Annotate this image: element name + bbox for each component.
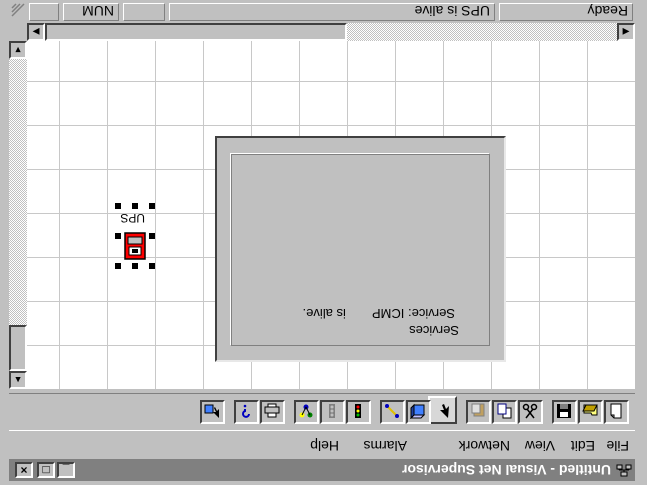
menu-network[interactable]: Network [459, 438, 510, 454]
copy-icon [497, 403, 512, 419]
minimize-button[interactable]: _ [57, 462, 75, 478]
device-tool-button[interactable] [406, 400, 431, 424]
status-pane-ready: Ready [499, 3, 633, 21]
status-ready-text: Ready [587, 3, 628, 19]
services-panel[interactable]: Services Service: ICMP is alive. [215, 136, 506, 362]
cut-button[interactable] [518, 400, 543, 424]
window-title: Untitled - Visual Net Supervisor [401, 462, 611, 478]
link-tool-icon [385, 404, 399, 418]
resize-grip[interactable] [11, 3, 27, 19]
traffic-light-icon [355, 404, 361, 418]
scrollbar-corner [9, 23, 27, 41]
selection-handle[interactable] [115, 263, 121, 269]
maximize-icon: □ [42, 463, 50, 477]
context-help-button[interactable] [200, 400, 225, 424]
selection-handle[interactable] [149, 203, 155, 209]
vertical-scroll-thumb[interactable] [9, 325, 27, 371]
menu-edit[interactable]: Edit [571, 438, 595, 454]
cut-icon [522, 403, 538, 419]
paste-button[interactable] [466, 400, 491, 424]
new-button[interactable] [604, 400, 629, 424]
status-num-text: NUM [82, 3, 114, 19]
scroll-down-button[interactable]: ▼ [9, 41, 27, 59]
arrow-up-icon: ▲ [13, 375, 23, 385]
menu-alarms[interactable]: Alarms [363, 438, 407, 454]
services-group: Services Service: ICMP is alive. [231, 154, 490, 346]
network-canvas[interactable]: Services Service: ICMP is alive. UPS [27, 41, 635, 389]
menu-file[interactable]: File [606, 438, 629, 454]
arrow-left-icon: ◀ [622, 27, 630, 37]
selection-handle[interactable] [115, 233, 121, 239]
app-network-icon [616, 462, 632, 478]
traffic-light-button[interactable] [346, 400, 371, 424]
maximize-button[interactable]: □ [37, 462, 55, 478]
status-pane-num: NUM [63, 3, 119, 21]
toolbar [9, 393, 635, 431]
selection-handle[interactable] [132, 263, 138, 269]
help-icon [242, 404, 250, 418]
selection-handle[interactable] [115, 203, 121, 209]
print-button[interactable] [260, 400, 285, 424]
device-icon [410, 403, 426, 419]
rotated-content: Untitled - Visual Net Supervisor _ □ × F… [0, 0, 647, 485]
open-button[interactable] [578, 400, 603, 424]
status-bar: Ready UPS is alive NUM [9, 1, 635, 23]
paste-icon [471, 403, 485, 417]
selection-handle[interactable] [132, 203, 138, 209]
scroll-right-button[interactable]: ▶ [27, 23, 45, 41]
grey-light-button[interactable] [320, 400, 345, 424]
save-button[interactable] [552, 400, 577, 424]
ups-device-label: UPS [120, 211, 145, 225]
selection-handle[interactable] [149, 233, 155, 239]
close-icon: × [20, 463, 28, 477]
vertical-scrollbar[interactable]: ▲ ▼ [9, 41, 27, 389]
status-pane-empty [123, 3, 165, 21]
link-tool-button[interactable] [380, 400, 405, 424]
title-bar[interactable]: Untitled - Visual Net Supervisor _ □ × [9, 459, 635, 481]
application-window: Untitled - Visual Net Supervisor _ □ × F… [0, 0, 647, 485]
select-arrow-icon [440, 404, 449, 418]
menu-bar: File Edit View Network Alarms Help [9, 435, 635, 457]
new-icon [610, 403, 622, 419]
horizontal-scroll-thumb[interactable] [45, 23, 347, 41]
grey-light-icon [329, 404, 335, 418]
status-pane-extra [29, 3, 59, 21]
network-map-button[interactable] [294, 400, 319, 424]
network-map-icon [299, 404, 313, 418]
arrow-right-icon: ▶ [32, 27, 40, 37]
open-icon [582, 404, 598, 416]
resize-grip-icon [11, 3, 25, 17]
menu-view[interactable]: View [525, 438, 555, 454]
services-group-label: Services [407, 323, 461, 338]
status-pane-message: UPS is alive [169, 3, 495, 21]
arrow-down-icon: ▼ [13, 45, 23, 55]
scroll-up-button[interactable]: ▲ [9, 371, 27, 389]
service-status: is alive. [302, 306, 346, 321]
close-button[interactable]: × [15, 462, 33, 478]
horizontal-scrollbar[interactable]: ◀ ▶ [27, 23, 635, 41]
status-message-text: UPS is alive [414, 3, 490, 19]
help-button[interactable] [234, 400, 259, 424]
service-line: Service: ICMP is alive. [303, 306, 455, 321]
save-icon [557, 404, 571, 418]
menu-help[interactable]: Help [310, 438, 339, 454]
ups-device[interactable]: UPS [115, 203, 155, 269]
printer-icon [264, 403, 280, 418]
minimize-icon: _ [62, 463, 70, 477]
service-label: Service: ICMP [371, 306, 455, 321]
ups-device-icon [124, 232, 146, 260]
selection-handle[interactable] [149, 263, 155, 269]
scroll-left-button[interactable]: ◀ [617, 23, 635, 41]
copy-button[interactable] [492, 400, 517, 424]
context-help-icon [204, 404, 219, 418]
select-tool-button[interactable] [428, 396, 457, 424]
